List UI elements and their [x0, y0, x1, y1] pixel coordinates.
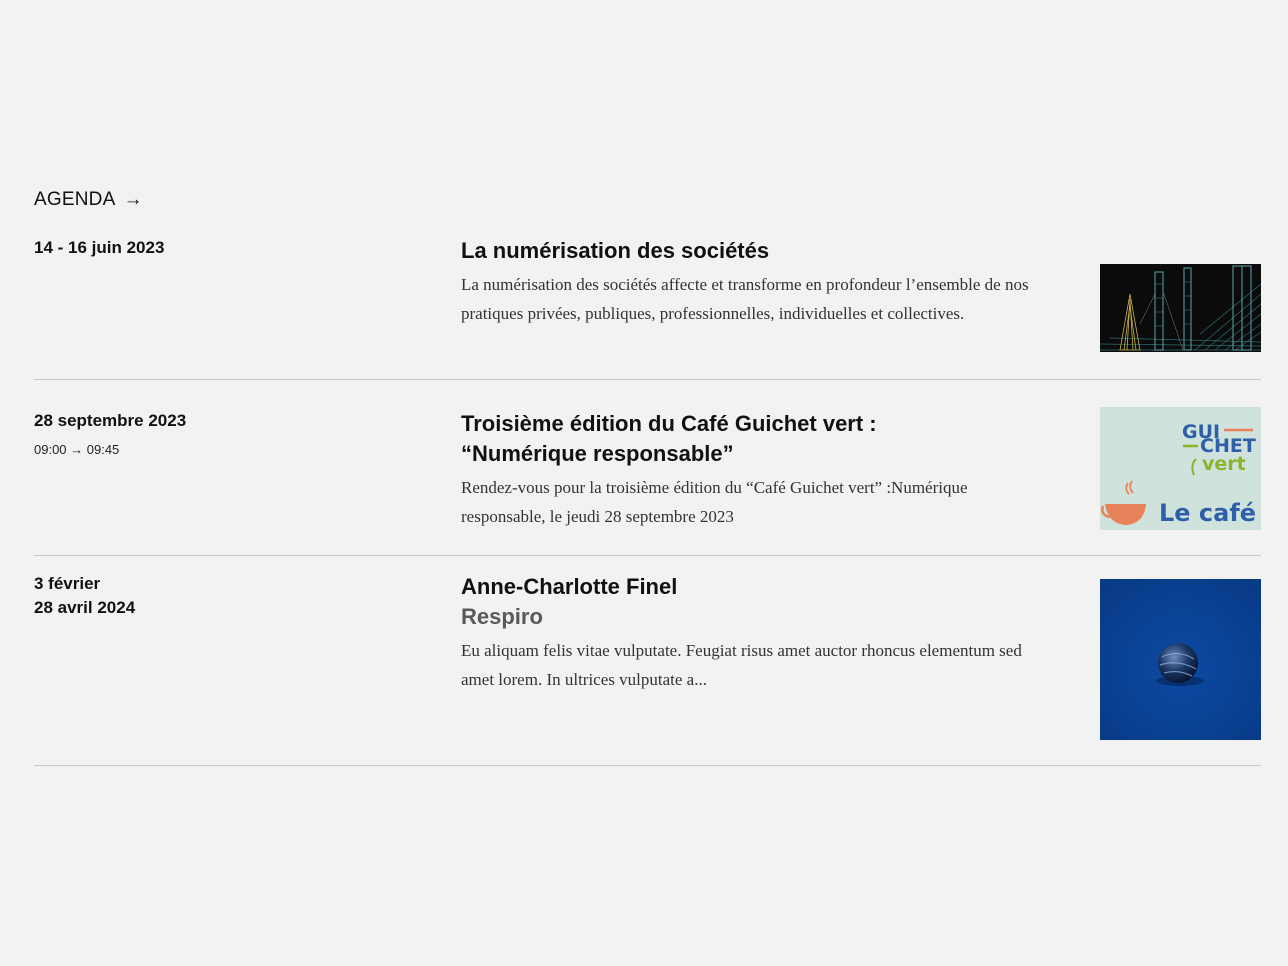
event-item[interactable]: 3 février 28 avril 2024 Anne-Charlotte F…: [34, 556, 1261, 766]
event-date-start: 3 février: [34, 574, 101, 593]
event-item[interactable]: 14 - 16 juin 2023 La numérisation des so…: [34, 236, 1261, 380]
event-title[interactable]: La numérisation des sociétés: [461, 236, 1051, 266]
agenda-heading: AGENDA: [34, 189, 116, 210]
event-content: Troisième édition du Café Guichet vert :…: [461, 409, 1051, 531]
event-description: La numérisation des sociétés affecte et …: [461, 275, 1029, 323]
event-date-column: 28 septembre 2023 09:00 → 09:45: [34, 409, 434, 459]
event-date-column: 3 février 28 avril 2024: [34, 572, 434, 620]
arrow-right-icon: →: [123, 189, 143, 210]
event-time: 09:00 → 09:45: [34, 442, 120, 457]
event-subtitle: Respiro: [461, 604, 543, 629]
agenda-link[interactable]: AGENDA →: [34, 186, 1261, 214]
agenda-section: AGENDA → 14 - 16 juin 2023 La numérisati…: [34, 186, 1261, 766]
event-date: 14 - 16 juin 2023: [34, 238, 165, 257]
event-description: Rendez-vous pour la troisième édition du…: [461, 478, 968, 526]
event-date-column: 14 - 16 juin 2023: [34, 236, 434, 260]
logo-text-vert: vert: [1202, 453, 1246, 475]
event-content: Anne-Charlotte Finel Respiro Eu aliquam …: [461, 572, 1051, 694]
event-title[interactable]: Troisième édition du Café Guichet vert :…: [461, 409, 1051, 469]
event-title-line: Troisième édition du Café Guichet vert :: [461, 411, 877, 436]
event-content: La numérisation des sociétés La numérisa…: [461, 236, 1051, 328]
event-title-line: “Numérique responsable”: [461, 441, 734, 466]
guichet-vert-logo[interactable]: GUI CHET vert Le café: [1100, 407, 1261, 530]
event-date-end: 28 avril 2024: [34, 598, 136, 617]
city-skyline-image[interactable]: [1100, 264, 1261, 352]
logo-text-le-cafe: Le café: [1159, 499, 1256, 527]
blue-sphere-image[interactable]: [1100, 579, 1261, 740]
event-title[interactable]: Anne-Charlotte Finel: [461, 572, 1051, 602]
event-item[interactable]: 28 septembre 2023 09:00 → 09:45 Troisièm…: [34, 380, 1261, 556]
event-description: Eu aliquam felis vitae vulputate. Feugia…: [461, 641, 1022, 689]
event-date: 28 septembre 2023: [34, 411, 187, 430]
